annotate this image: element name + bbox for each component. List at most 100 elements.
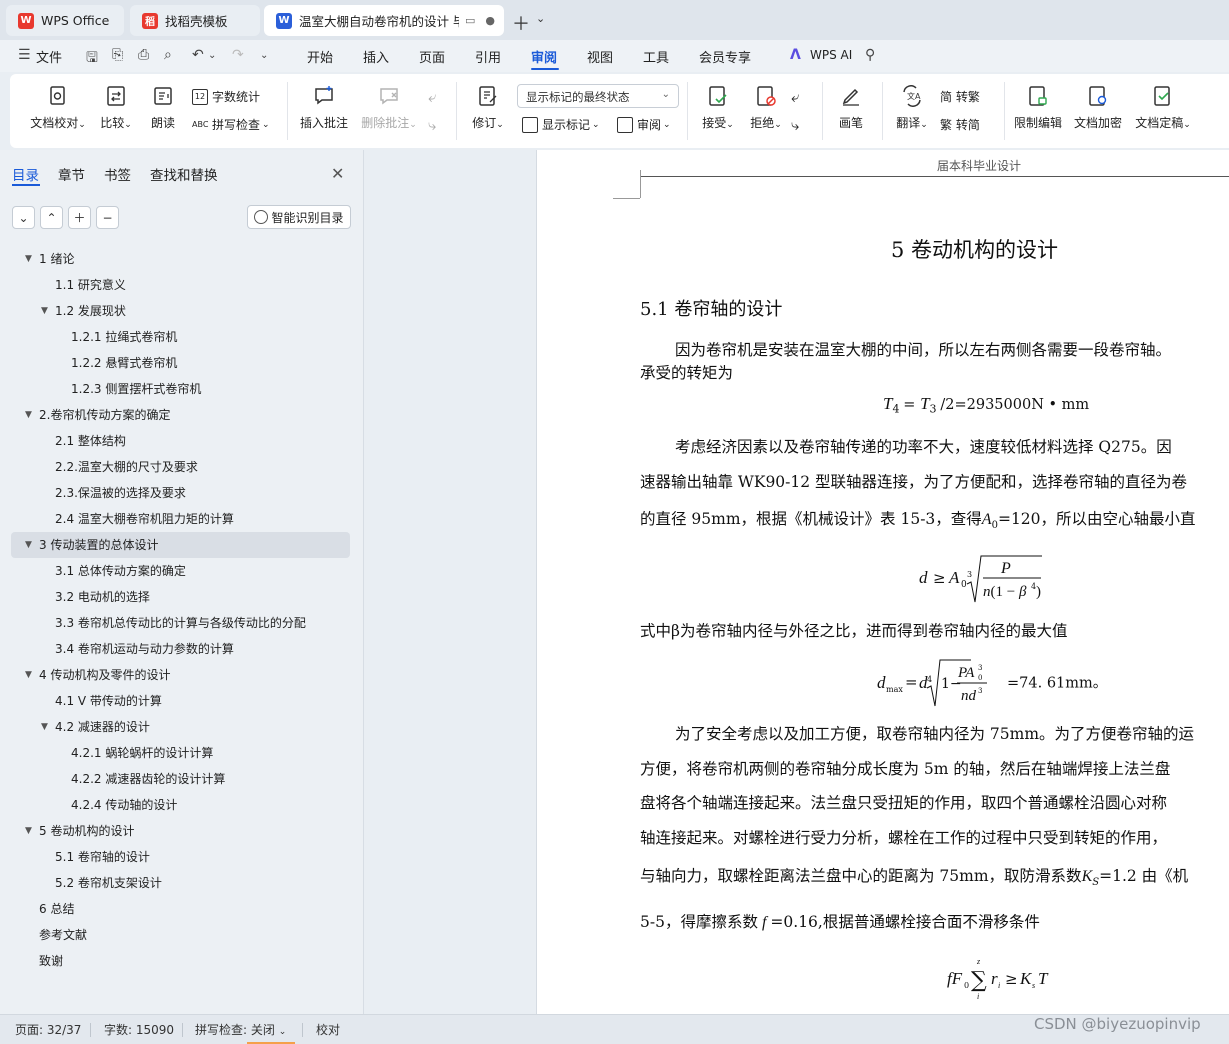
toc-item[interactable]: ▼ 3 传动装置的总体设计 — [11, 532, 350, 558]
toc-item[interactable]: 参考文献 — [0, 922, 363, 948]
menu-wps-ai[interactable]: WPS AI — [810, 48, 852, 62]
proofread-indicator[interactable]: 校对 — [316, 1021, 340, 1038]
expand-arrow-icon[interactable]: ▼ — [25, 402, 32, 428]
expand-arrow-icon[interactable]: ▼ — [25, 532, 32, 558]
close-icon[interactable]: ✕ — [331, 164, 344, 183]
menu-start[interactable]: 开始 — [307, 47, 333, 66]
toc-item[interactable]: 2.1 整体结构 — [0, 428, 363, 454]
spell-check-indicator[interactable]: 拼写检查: 关闭 ⌄ — [195, 1021, 286, 1038]
menu-page[interactable]: 页面 — [419, 47, 445, 66]
remove-heading-icon[interactable]: − — [96, 206, 119, 229]
menu-member[interactable]: 会员专享 — [699, 47, 751, 66]
read-aloud-button[interactable]: 朗读 — [146, 84, 180, 131]
toc-item[interactable]: ▼ 1 绪论 — [0, 246, 363, 272]
tab-docer[interactable]: 稻 找稻壳模板 — [130, 5, 260, 36]
expand-down-icon[interactable]: ⌄ — [12, 206, 35, 229]
delete-comment-button[interactable]: 删除批注⌄ — [358, 84, 420, 131]
search-icon[interactable]: ⚲ — [865, 47, 875, 63]
toc-item[interactable]: ▼ 1.2 发展现状 — [0, 298, 363, 324]
tab-find-replace[interactable]: 查找和替换 — [150, 164, 218, 184]
add-heading-icon[interactable]: ＋ — [68, 206, 91, 229]
review-pane-button[interactable]: 审阅 ⌄ — [617, 116, 671, 133]
expand-arrow-icon[interactable]: ▼ — [41, 298, 48, 324]
doc-check-button[interactable]: 文档校对⌄ — [28, 84, 88, 131]
word-count-button[interactable]: 12 字数统计 — [192, 88, 260, 105]
encrypt-button[interactable]: 文档加密 — [1072, 84, 1124, 131]
prev-comment-icon[interactable]: ⤶ — [428, 88, 436, 106]
document-page[interactable]: 届本科毕业设计 5 卷动机构的设计 5.1 卷帘轴的设计 因为卷帘机是安装在温室… — [536, 150, 1229, 1014]
unsaved-dot-icon[interactable]: ● — [485, 14, 495, 27]
markup-view-select[interactable]: 显示标记的最终状态 ⌄ — [517, 84, 679, 108]
tab-chapters[interactable]: 章节 — [58, 164, 85, 184]
toc-item[interactable]: ▼ 4 传动机构及零件的设计 — [0, 662, 363, 688]
prev-change-icon[interactable]: ⤶ — [791, 88, 799, 106]
toc-item[interactable]: 5.1 卷帘轴的设计 — [0, 844, 363, 870]
toc-item[interactable]: 4.2.4 传动轴的设计 — [0, 792, 363, 818]
menu-tools[interactable]: 工具 — [643, 47, 669, 66]
smart-toc-button[interactable]: 智能识别目录 — [247, 205, 351, 229]
to-traditional-button[interactable]: 简 转繁 — [940, 88, 980, 105]
menu-review[interactable]: 审阅 — [531, 47, 557, 66]
toc-item[interactable]: ▼ 2.卷帘机传动方案的确定 — [0, 402, 363, 428]
toc-item[interactable]: 4.1 V 带传动的计算 — [0, 688, 363, 714]
expand-arrow-icon[interactable]: ▼ — [25, 818, 32, 844]
restrict-edit-button[interactable]: 限制编辑 — [1012, 84, 1064, 131]
undo-dropdown-icon[interactable]: ⌄ — [208, 50, 216, 61]
accept-button[interactable]: 接受⌄ — [698, 84, 738, 131]
toc-item[interactable]: 3.2 电动机的选择 — [0, 584, 363, 610]
save-icon[interactable]: 🖫 — [86, 47, 98, 71]
hamburger-icon[interactable]: ☰ — [18, 47, 31, 63]
toc-item[interactable]: 1.1 研究意义 — [0, 272, 363, 298]
toc-item[interactable]: 4.2.2 减速器齿轮的设计计算 — [0, 766, 363, 792]
insert-comment-button[interactable]: 插入批注 — [298, 84, 350, 131]
compare-button[interactable]: 比较⌄ — [96, 84, 136, 131]
toc-item[interactable]: 5.2 卷帘机支架设计 — [0, 870, 363, 896]
undo-icon[interactable]: ↶ — [192, 47, 204, 63]
expand-arrow-icon[interactable]: ▼ — [41, 714, 48, 740]
expand-arrow-icon[interactable]: ▼ — [25, 246, 32, 272]
show-markup-button[interactable]: 显示标记 ⌄ — [522, 116, 600, 133]
toc-item[interactable]: 2.2.温室大棚的尺寸及要求 — [0, 454, 363, 480]
more-icon[interactable]: ⌄ — [260, 50, 268, 61]
toc-item[interactable]: 3.3 卷帘机总传动比的计算与各级传动比的分配 — [0, 610, 363, 636]
tab-bookmarks[interactable]: 书签 — [104, 164, 131, 184]
track-changes-button[interactable]: 修订⌄ — [468, 84, 508, 131]
new-tab-icon[interactable]: ＋ — [512, 10, 530, 36]
redo-icon[interactable]: ↷ — [232, 47, 244, 63]
next-comment-icon[interactable]: ⤷ — [428, 116, 436, 134]
toc-item[interactable]: 1.2.3 侧置摆杆式卷帘机 — [0, 376, 363, 402]
reject-button[interactable]: 拒绝⌄ — [746, 84, 786, 131]
translate-button[interactable]: 文A 翻译⌄ — [892, 84, 932, 131]
print-preview-icon[interactable]: ⌕ — [164, 47, 172, 63]
page-indicator[interactable]: 页面: 32/37 — [15, 1021, 81, 1038]
print-icon[interactable]: ⎙ — [138, 47, 149, 63]
menu-file[interactable]: 文件 — [36, 47, 62, 66]
toc-item[interactable]: 致谢 — [0, 948, 363, 974]
toc-item[interactable]: 1.2.2 悬臂式卷帘机 — [0, 350, 363, 376]
chevron-down-icon[interactable]: ⌄ — [536, 12, 545, 25]
collapse-up-icon[interactable]: ⌃ — [40, 206, 63, 229]
tab-document[interactable]: W 温室大棚自动卷帘机的设计 毕 ▭ ● — [264, 5, 504, 36]
toc-item[interactable]: ▼ 4.2 减速器的设计 — [0, 714, 363, 740]
menu-view[interactable]: 视图 — [587, 47, 613, 66]
to-simplified-button[interactable]: 繁 转简 — [940, 116, 980, 133]
word-count-indicator[interactable]: 字数: 15090 — [104, 1021, 174, 1038]
spell-check-button[interactable]: ABC 拼写检查 ⌄ — [192, 116, 270, 133]
toc-item[interactable]: 3.4 卷帘机运动与动力参数的计算 — [0, 636, 363, 662]
toc-item[interactable]: 2.4 温室大棚卷帘机阻力矩的计算 — [0, 506, 363, 532]
toc-item[interactable]: 1.2.1 拉绳式卷帘机 — [0, 324, 363, 350]
toc-item[interactable]: 4.2.1 蜗轮蜗杆的设计计算 — [0, 740, 363, 766]
expand-arrow-icon[interactable]: ▼ — [25, 662, 32, 688]
next-change-icon[interactable]: ⤷ — [791, 116, 799, 134]
pen-button[interactable]: 画笔 — [834, 84, 868, 131]
toc-item[interactable]: 3.1 总体传动方案的确定 — [0, 558, 363, 584]
tab-toc[interactable]: 目录 — [12, 164, 39, 184]
finalize-button[interactable]: 文档定稿⌄ — [1132, 84, 1194, 131]
toc-item[interactable]: ▼ 5 卷动机构的设计 — [0, 818, 363, 844]
toc-item[interactable]: 6 总结 — [0, 896, 363, 922]
toc-item[interactable]: 2.3.保温被的选择及要求 — [0, 480, 363, 506]
tab-wps-office[interactable]: W WPS Office — [6, 5, 124, 36]
menu-insert[interactable]: 插入 — [363, 47, 389, 66]
share-icon[interactable]: ⎘ — [112, 47, 123, 63]
menu-reference[interactable]: 引用 — [475, 47, 501, 66]
